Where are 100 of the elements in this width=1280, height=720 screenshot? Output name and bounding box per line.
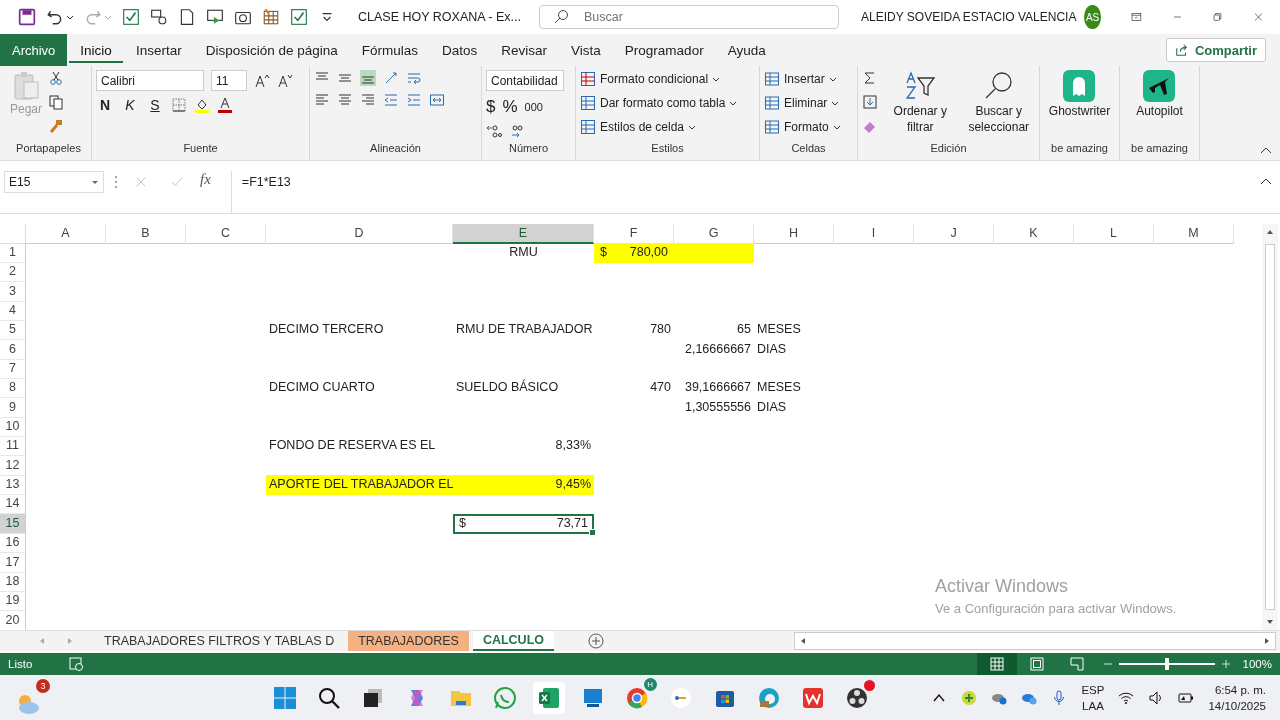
fill-color-icon[interactable] [194,97,210,113]
table-cell[interactable]: DIAS [754,339,834,360]
table-cell[interactable]: RMU [453,243,594,263]
search-icon[interactable] [316,685,341,710]
find-select-button[interactable]: Buscar y seleccionar [962,70,1035,136]
increase-decimal-icon[interactable] [486,123,502,139]
ribbon-tab[interactable]: Fórmulas [350,34,429,66]
font-size-dropdown[interactable]: 11 [211,70,247,91]
bold-button[interactable]: N [96,97,114,113]
fill-down-icon[interactable] [862,94,878,110]
table-cell[interactable]: MESES [754,378,834,399]
windows-start-icon[interactable] [272,685,297,710]
grow-font-icon[interactable] [254,72,270,89]
row-header[interactable]: 11 [0,436,26,457]
cells-menu-button[interactable]: Eliminar [764,94,840,112]
table-cell[interactable]: SUELDO BÁSICO [453,378,594,399]
language-indicator[interactable]: ESP LAA [1081,681,1105,714]
styles-menu-button[interactable]: Estilos de celda [580,118,697,136]
table-cell[interactable] [674,243,754,263]
align-center-icon[interactable] [337,92,353,108]
currency-button[interactable]: $ [486,97,496,117]
cells-menu-button[interactable]: Insertar [764,70,837,88]
scroll-left-icon[interactable] [799,637,807,645]
ribbon-tab[interactable]: Disposición de página [194,34,349,66]
column-header[interactable]: D [266,224,453,244]
row-header[interactable]: 3 [0,281,26,302]
table-cell[interactable]: 39,1666667 [674,378,754,399]
obs-icon[interactable] [844,685,869,710]
chrome-icon[interactable] [624,685,649,710]
merge-center-icon[interactable] [429,92,445,108]
expand-icon[interactable] [1260,177,1272,185]
ribbon-tab[interactable]: Revisar [490,34,559,66]
column-header[interactable]: A [26,224,106,244]
table-cell[interactable]: 2,16666667 [674,339,754,360]
add-in-button[interactable]: Ghostwriter [1048,70,1111,120]
whatsapp-icon[interactable] [492,685,517,710]
weather-widget[interactable]: 3 [14,678,50,717]
wrap-text-icon[interactable] [406,70,422,86]
table-cell[interactable]: $ 73,71 [453,513,594,534]
row-header[interactable]: 6 [0,339,26,360]
copy-icon[interactable] [48,94,65,110]
undo-icon[interactable] [46,8,64,26]
checkbox-icon[interactable] [290,8,308,26]
ribbon-tab[interactable]: Vista [560,34,612,66]
format-painter-icon[interactable] [48,118,65,134]
row-header[interactable]: 8 [0,378,26,399]
row-header[interactable]: 10 [0,417,26,438]
table-cell[interactable]: MESES [754,320,834,341]
underline-button[interactable]: S [146,97,164,113]
slideshow-icon[interactable] [206,8,224,26]
table-cell[interactable]: DIAS [754,397,834,418]
sheet-tab[interactable]: TRABAJADORES [348,631,469,651]
column-header[interactable]: J [914,224,994,244]
styles-menu-button[interactable]: Dar formato como tabla [580,94,738,112]
add-in-button[interactable]: Autopilot [1136,70,1183,120]
user-avatar[interactable]: AS [1084,5,1101,29]
row-header[interactable]: 15 [0,513,26,534]
row-header[interactable]: 12 [0,455,26,476]
column-header[interactable]: H [754,224,834,244]
row-header[interactable]: 20 [0,610,26,631]
decrease-decimal-icon[interactable] [509,123,525,139]
fill-handle[interactable] [589,528,596,536]
column-header[interactable]: L [1074,224,1154,244]
save-icon[interactable] [18,8,36,26]
sheet-tab[interactable]: CALCULO [472,631,554,651]
align-right-icon[interactable] [360,92,376,108]
document-icon[interactable] [178,8,196,26]
row-header[interactable]: 17 [0,552,26,573]
table-cell[interactable]: DECIMO TERCERO [266,320,453,341]
column-header[interactable]: B [106,224,186,244]
ribbon-tab[interactable]: Insertar [124,34,193,66]
scissors-icon[interactable] [48,70,65,86]
sort-filter-button[interactable]: Ordenar y filtrar [884,70,957,136]
row-header[interactable]: 4 [0,301,26,322]
borders-icon[interactable] [171,97,187,113]
table-cell[interactable]: 9,45% [453,475,594,496]
row-header[interactable]: 5 [0,320,26,341]
zoom-thumb[interactable] [1164,658,1169,670]
add-sheet-icon[interactable] [588,633,604,649]
table-cell[interactable]: 470 [594,378,674,399]
row-header[interactable]: 9 [0,397,26,418]
column-header[interactable]: C [186,224,266,244]
cells-menu-button[interactable]: Formato [764,118,841,136]
scroll-down-icon[interactable] [1266,618,1274,626]
column-header[interactable]: M [1154,224,1234,244]
italic-button[interactable]: K [121,97,139,113]
scroll-right-icon[interactable] [1263,637,1271,645]
plus-circle-icon[interactable] [961,689,978,706]
sheet-tab[interactable]: TRABAJADORES FILTROS Y TABLAS D [94,631,345,651]
row-header[interactable]: 18 [0,571,26,592]
column-header[interactable]: K [994,224,1074,244]
thousands-button[interactable]: 000 [524,101,543,113]
caret-icon[interactable] [66,13,74,21]
ribbon-tab[interactable]: Inicio [69,34,123,66]
table-icon[interactable] [262,8,280,26]
horizontal-scrollbar[interactable] [794,632,1276,650]
styles-menu-button[interactable]: Formato condicional [580,70,721,88]
align-left-icon[interactable] [314,92,330,108]
table-cell[interactable]: FONDO DE RESERVA ES EL [266,436,453,457]
table-cell[interactable]: 780 [594,320,674,341]
